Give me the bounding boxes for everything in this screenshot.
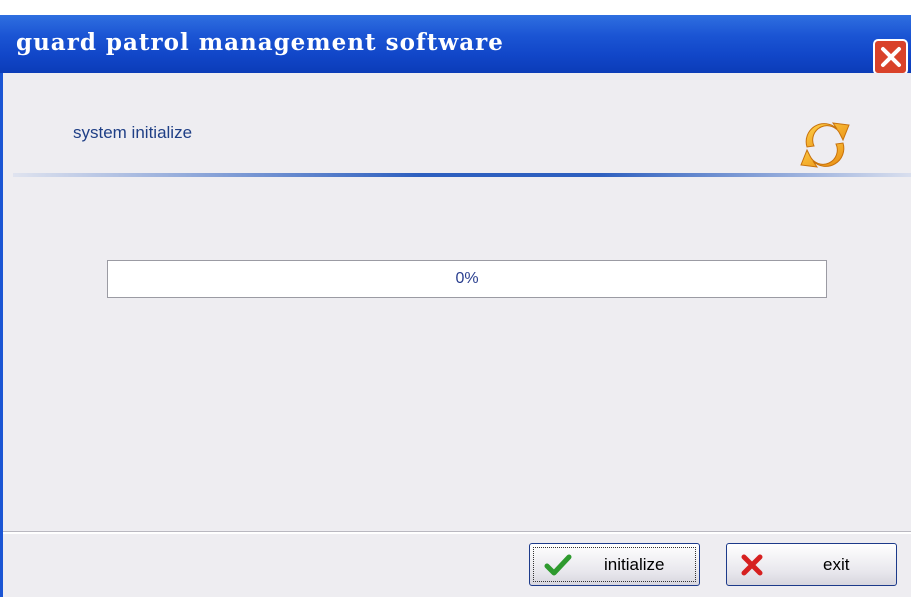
window-title: guard patrol management software [16, 29, 504, 56]
section-title: system initialize [73, 123, 193, 142]
close-x-icon [881, 47, 901, 67]
footer-divider [3, 531, 911, 534]
check-icon [544, 554, 572, 576]
progress-text: 0% [455, 270, 479, 287]
title-bar[interactable]: guard patrol management software [0, 15, 911, 75]
close-button[interactable] [873, 39, 908, 75]
initialize-button[interactable]: initialize [529, 543, 700, 586]
x-icon [741, 554, 763, 576]
dialog-body: system initialize 0% initialize exit [0, 73, 911, 597]
exit-label: exit [823, 555, 850, 574]
dialog-window: guard patrol management software system … [0, 0, 911, 597]
initialize-label: initialize [604, 555, 665, 574]
exit-button[interactable]: exit [726, 543, 897, 586]
header-divider [13, 173, 911, 177]
progress-bar: 0% [107, 260, 827, 298]
sync-icon [800, 122, 850, 168]
